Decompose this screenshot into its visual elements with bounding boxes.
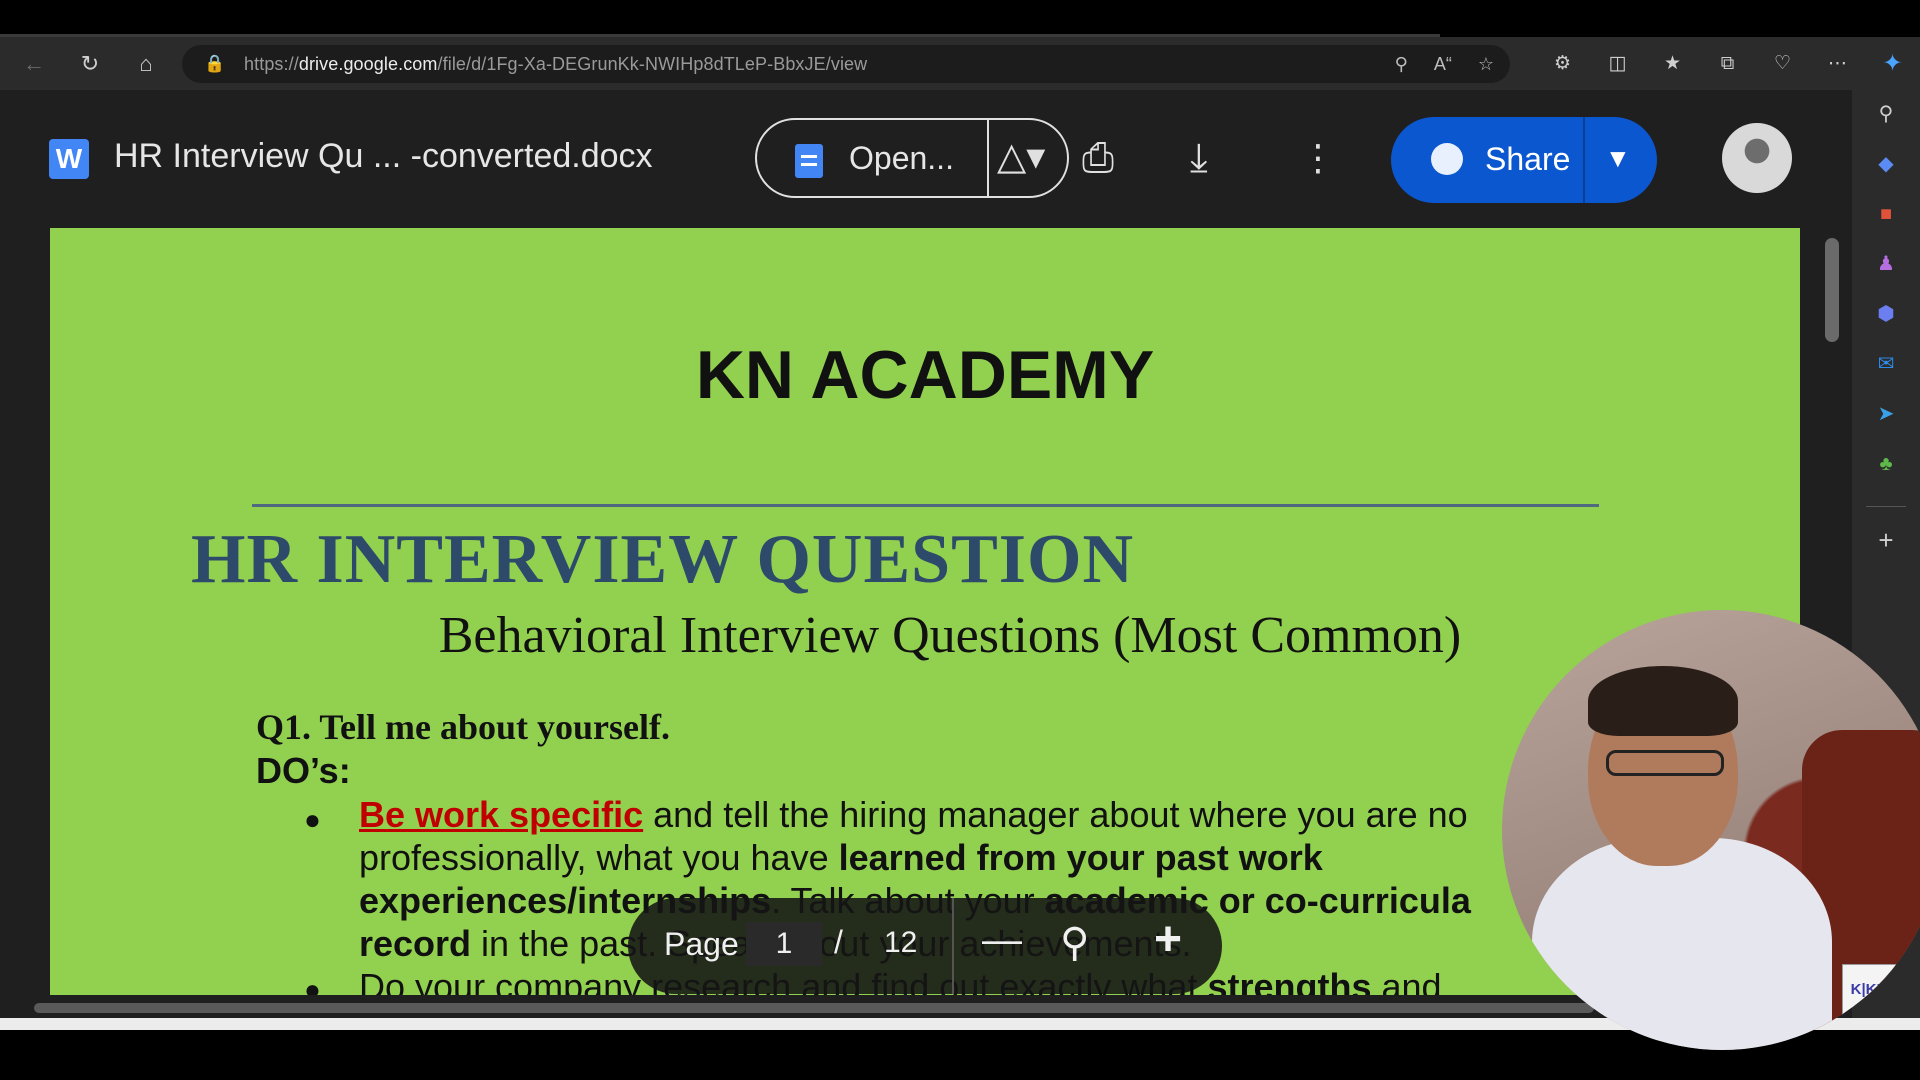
extensions-icon[interactable]: ⚙: [1535, 52, 1590, 75]
bullet-marker: ●: [304, 974, 321, 995]
copilot-icon[interactable]: ✦: [1865, 49, 1920, 78]
send-icon[interactable]: ➤: [1872, 400, 1900, 428]
more-options-icon[interactable]: ⋯: [1810, 52, 1865, 75]
open-with-label: Open...: [849, 140, 954, 176]
bullet-marker: ●: [304, 804, 321, 835]
user-avatar[interactable]: [1722, 123, 1792, 193]
current-page-input[interactable]: 1: [746, 922, 822, 966]
read-aloud-icon[interactable]: A“: [1434, 54, 1452, 75]
collections-icon[interactable]: ⧉: [1700, 53, 1755, 75]
bullet-1-line-2: professionally, what you have learned fr…: [359, 837, 1323, 878]
zoom-out-icon[interactable]: —: [982, 918, 1022, 963]
page-label: Page: [664, 926, 739, 962]
presenter-shirt: [1532, 838, 1832, 1050]
print-icon[interactable]: ⎙: [1082, 138, 1114, 178]
document-title: HR Interview Qu ... -converted.docx: [114, 137, 653, 175]
share-label: Share: [1485, 141, 1571, 177]
browser-toolbar: ← ↻ ⌂ 🔒 https://drive.google.com/file/d/…: [0, 37, 1920, 90]
open-with-button[interactable]: Open... △▾: [755, 118, 1069, 198]
tree-icon[interactable]: ♣: [1872, 450, 1900, 478]
total-pages: 12: [884, 926, 918, 959]
outlook-icon[interactable]: ✉: [1872, 350, 1900, 378]
globe-icon: [1431, 143, 1463, 175]
vertical-scrollbar[interactable]: [1825, 238, 1839, 342]
window-top-strip: [0, 0, 1920, 37]
favorite-star-icon[interactable]: ☆: [1478, 54, 1494, 75]
sidebar-divider: [1866, 506, 1906, 507]
open-with-divider: [987, 120, 989, 196]
share-dropdown-caret-icon[interactable]: ▼: [1605, 143, 1631, 174]
copilot-sidebar-icon[interactable]: ⬢: [1872, 300, 1900, 328]
browser-essentials-icon[interactable]: ♡: [1755, 52, 1810, 75]
bullet-1-line-1: Be work specific and tell the hiring man…: [359, 794, 1468, 835]
refresh-icon[interactable]: ↻: [68, 42, 112, 86]
webcam-overlay: K|KN: [1502, 610, 1920, 1050]
word-file-icon: W: [49, 139, 89, 179]
split-screen-icon[interactable]: ◫: [1590, 52, 1645, 75]
tools-briefcase-icon[interactable]: ■: [1872, 200, 1900, 228]
more-actions-icon[interactable]: ⋮: [1300, 138, 1336, 178]
share-button[interactable]: Share ▼: [1391, 117, 1657, 203]
document-heading: HR INTERVIEW QUESTION: [191, 521, 1135, 598]
heading-rule: [252, 504, 1599, 507]
presenter-glasses: [1606, 750, 1724, 776]
zoom-magnifier-icon[interactable]: ⚲: [1060, 920, 1089, 966]
download-icon[interactable]: ⤓: [1190, 138, 1208, 178]
games-icon[interactable]: ♟: [1872, 250, 1900, 278]
academy-title: KN ACADEMY: [695, 337, 1155, 413]
page-indicator: Page 1 / 12 — ⚲ +: [628, 898, 1222, 994]
google-docs-icon: [795, 144, 823, 178]
share-divider: [1583, 117, 1585, 203]
question-1: Q1. Tell me about yourself.: [256, 707, 671, 747]
channel-logo: K|KN: [1842, 964, 1896, 1016]
be-work-specific-link[interactable]: Be work specific: [359, 794, 643, 835]
lock-icon[interactable]: 🔒: [204, 54, 228, 74]
favorites-icon[interactable]: ★: [1645, 52, 1700, 75]
search-icon[interactable]: ⚲: [1872, 100, 1900, 128]
page-separator: /: [834, 924, 843, 960]
dos-label: DO’s:: [256, 750, 351, 791]
document-subheading: Behavioral Interview Questions (Most Com…: [438, 607, 1462, 664]
pager-divider: [952, 898, 954, 994]
zoom-icon[interactable]: ⚲: [1395, 54, 1408, 75]
address-bar[interactable]: 🔒 https://drive.google.com/file/d/1Fg-Xa…: [182, 45, 1510, 83]
shopping-tag-icon[interactable]: ◆: [1872, 150, 1900, 178]
home-icon[interactable]: ⌂: [124, 42, 168, 86]
add-to-drive-icon[interactable]: △▾: [997, 134, 1045, 179]
drive-viewer-header: W HR Interview Qu ... -converted.docx Op…: [0, 90, 1852, 230]
add-sidebar-app-icon[interactable]: +: [1872, 526, 1900, 554]
back-icon[interactable]: ←: [12, 42, 56, 86]
presenter-hair: [1588, 666, 1738, 736]
horizontal-scroll-thumb[interactable]: [34, 1003, 1594, 1013]
zoom-in-icon[interactable]: +: [1154, 912, 1182, 967]
url-text[interactable]: https://drive.google.com/file/d/1Fg-Xa-D…: [244, 54, 867, 75]
